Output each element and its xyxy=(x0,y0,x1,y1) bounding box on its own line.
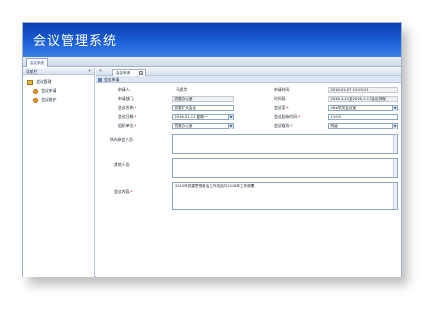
level-label: 会议级别:* xyxy=(274,123,293,128)
participants-label: 所内参会人员: xyxy=(110,137,135,142)
form-row-contents: 会议内容:* 2015年党建思想政治工作总结与2016年工作部署 xyxy=(96,182,401,210)
form-row-meeting-name: 会议名称:* 党委扩大会议 会议室:* 06#机关会议室 ▼ xyxy=(96,104,401,112)
main-tab-strip: 会议系统 xyxy=(23,57,401,67)
chevron-down-icon[interactable]: ▼ xyxy=(228,115,233,120)
contents-text: 2015年党建思想政治工作总结与2016年工作部署 xyxy=(175,184,255,188)
form-row-applicant: 申请人: 马思华 申请时间: 2016-01-07 15:05:21 xyxy=(96,86,401,94)
meeting-apply-icon xyxy=(33,88,38,94)
app-window: 会议管理系统 会议系统 导航栏 « 会议管理 会议申请 会议维护 « 会议申请 … xyxy=(22,22,402,277)
date-select[interactable]: 2016-01-11 星期一 ▼ xyxy=(172,114,234,120)
form-icon xyxy=(98,77,102,82)
participants-textarea[interactable] xyxy=(172,134,398,154)
others-label: 其他人员: xyxy=(114,162,131,167)
nav-group-meeting-management[interactable]: 会议管理 xyxy=(23,77,94,86)
form-row-department: 申请部门: 党委办公室 时间段: 2016-1-11至2016-1-17会议排程 xyxy=(96,95,401,103)
apply-time-field: 2016-01-07 15:05:21 xyxy=(328,87,398,93)
sidebar-item-label: 会议申请 xyxy=(41,88,57,93)
level-select[interactable]: 院级 ▼ xyxy=(328,123,398,129)
form-row-others: 其他人员: xyxy=(96,158,401,178)
applicant-value: 马思华 xyxy=(176,87,188,92)
sidebar-header: 导航栏 « xyxy=(23,68,94,75)
chevron-down-icon[interactable]: ▼ xyxy=(228,124,233,129)
contents-label: 会议内容:* xyxy=(114,189,133,194)
tab-meeting-apply[interactable]: 会议申请 × xyxy=(112,69,146,76)
app-title: 会议管理系统 xyxy=(33,34,118,49)
applicant-label: 申请人: xyxy=(118,87,131,92)
section-title: 会议申请 xyxy=(104,77,120,82)
sidebar: 导航栏 « 会议管理 会议申请 会议维护 xyxy=(23,68,95,277)
sidebar-item-meeting-maintenance[interactable]: 会议维护 xyxy=(23,95,94,104)
sidebar-item-label: 会议维护 xyxy=(41,97,57,102)
content-collapse-icon[interactable]: « xyxy=(99,68,102,75)
content-area: « 会议申请 × 会议申请 申请人: 马思华 申请时间: 2016-01-07 … xyxy=(96,68,401,277)
section-header: 会议申请 xyxy=(96,76,401,83)
form-row-participants: 所内参会人员: xyxy=(96,134,401,154)
tab-close-icon[interactable]: × xyxy=(139,71,143,75)
duration-label: 时间段: xyxy=(274,96,287,101)
meeting-maintenance-icon xyxy=(33,97,38,103)
apply-time-label: 申请时间: xyxy=(274,87,291,92)
nav-group-label: 会议管理 xyxy=(36,79,52,84)
organizer-select[interactable]: 党委办公室 ▼ xyxy=(172,123,234,129)
tab-meeting-system[interactable]: 会议系统 xyxy=(26,58,48,67)
level-select-value: 院级 xyxy=(330,124,338,128)
folder-icon xyxy=(27,79,33,85)
scrollbar[interactable] xyxy=(393,135,397,153)
duration-field: 2016-1-11至2016-1-17会议排程 xyxy=(328,96,398,102)
chevron-down-icon[interactable]: ▼ xyxy=(392,106,397,111)
room-select-value: 06#机关会议室 xyxy=(330,106,357,110)
date-label: 会议日期:* xyxy=(118,114,137,119)
meeting-name-input[interactable]: 党委扩大会议 xyxy=(172,105,234,111)
apply-dept-field: 党委办公室 xyxy=(172,96,234,102)
start-time-input[interactable]: 13:00 xyxy=(328,114,398,120)
sidebar-title: 导航栏 xyxy=(26,69,38,74)
scrollbar[interactable] xyxy=(393,159,397,177)
organizer-select-value: 党委办公室 xyxy=(174,124,193,128)
sidebar-item-meeting-apply[interactable]: 会议申请 xyxy=(23,86,94,95)
sidebar-collapse-icon[interactable]: « xyxy=(88,68,91,75)
meeting-name-label: 会议名称:* xyxy=(118,105,137,110)
organizer-label: 组织单位:* xyxy=(118,123,137,128)
apply-dept-label: 申请部门: xyxy=(118,96,135,101)
room-select[interactable]: 06#机关会议室 ▼ xyxy=(328,105,398,111)
start-time-label: 会议起始时间:* xyxy=(274,114,300,119)
form-row-date: 会议日期:* 2016-01-11 星期一 ▼ 会议起始时间:* 13:00 xyxy=(96,113,401,121)
contents-textarea[interactable]: 2015年党建思想政治工作总结与2016年工作部署 xyxy=(172,182,398,210)
scrollbar[interactable] xyxy=(393,183,397,209)
others-textarea[interactable] xyxy=(172,158,398,178)
tab-label: 会议申请 xyxy=(116,71,130,75)
chevron-down-icon[interactable]: ▼ xyxy=(392,124,397,129)
content-tab-strip: « 会议申请 × xyxy=(96,68,401,76)
title-bar: 会议管理系统 xyxy=(23,23,401,57)
date-select-value: 2016-01-11 星期一 xyxy=(174,115,208,119)
form-row-organizer: 组织单位:* 党委办公室 ▼ 会议级别:* 院级 ▼ xyxy=(96,122,401,130)
room-label: 会议室:* xyxy=(274,105,289,110)
